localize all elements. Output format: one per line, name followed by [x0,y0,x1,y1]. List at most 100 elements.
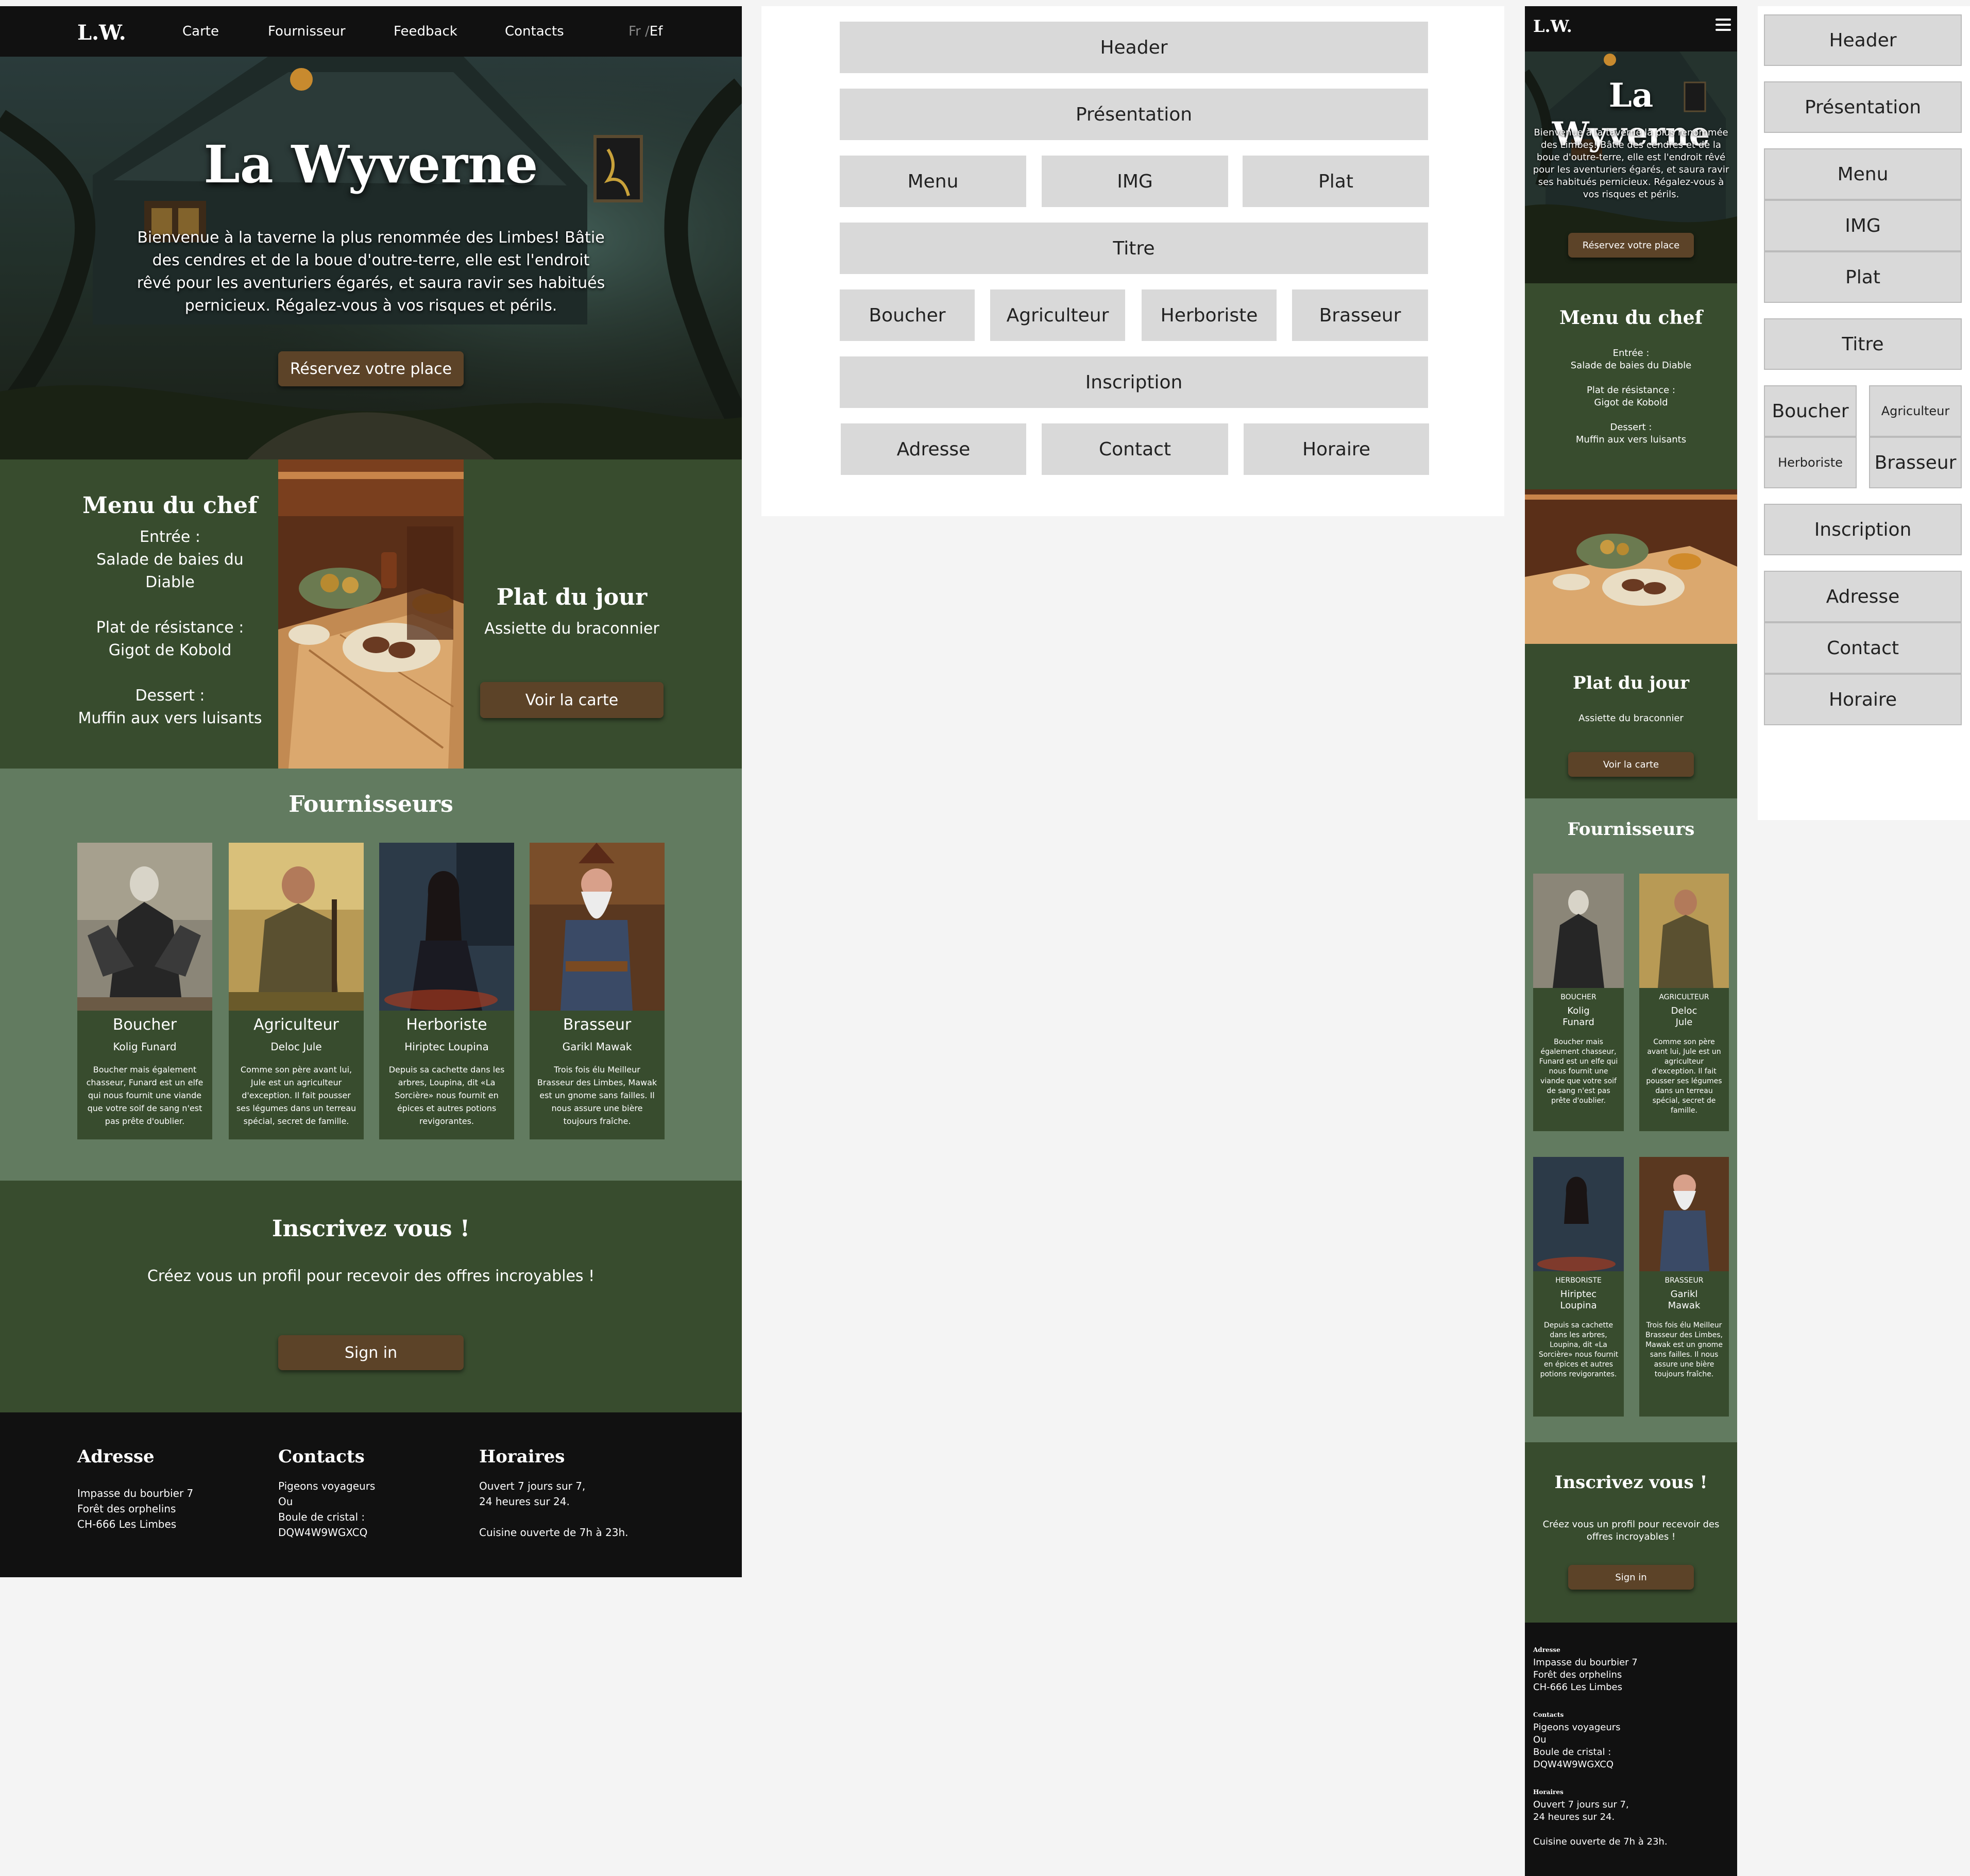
mwire-agriculteur: Agriculteur [1869,385,1962,437]
lang-ef[interactable]: Ef [650,24,663,39]
hero-title: La Wyverne [203,134,538,195]
nav-link-feedback[interactable]: Feedback [394,6,457,57]
signup-text: Créez vous un profil pour recevoir des o… [147,1267,595,1285]
agriculteur-portrait-image [229,843,364,1011]
mobile-agriculteur-portrait-image [1639,874,1729,988]
mobile-supplier-description: Depuis sa cachette dans les arbres, Loup… [1538,1321,1619,1378]
mobile-suppliers-title: Fournisseurs [1567,819,1695,840]
mobile-logo[interactable]: L.W. [1533,16,1572,36]
mwire-adresse: Adresse [1764,571,1962,622]
plat-du-jour-value: Assiette du braconnier [484,620,659,638]
mwire-plat: Plat [1764,251,1962,303]
mobile-footer-line: Forêt des orphelins [1533,1669,1622,1680]
chef-menu-title: Menu du chef [82,492,258,519]
mobile-entree-label: Entrée : [1612,348,1650,359]
entree-value: Salade de baies du Diable [96,551,244,591]
supplier-card-agriculteur[interactable]: Agriculteur Deloc Jule Comme son père av… [229,843,364,1139]
footer-contacts: Contacts Pigeons voyageurs Ou Boule de c… [278,1446,443,1540]
reserve-button[interactable]: Réservez votre place [278,351,464,386]
wire-header: Header [840,22,1428,73]
mwire-presentation: Présentation [1764,81,1962,133]
mobile-sign-in-button[interactable]: Sign in [1568,1565,1694,1590]
supplier-name: Deloc Jule [270,1041,322,1053]
food-table-image [278,459,464,769]
mobile-wireframe: Header Présentation Menu IMG Plat Titre … [1758,6,1970,820]
mobile-plat-du-jour-title: Plat du jour [1573,673,1689,693]
mobile-footer-contacts: Contacts Pigeons voyageurs Ou Boule de c… [1533,1711,1729,1771]
mobile-reserve-button[interactable]: Réservez votre place [1568,233,1694,258]
mobile-chef-menu-title: Menu du chef [1559,307,1703,329]
footer-contacts-title: Contacts [278,1446,365,1467]
mobile-suppliers-section: Fournisseurs BOUCHER Kolig Funard Bouche… [1525,798,1737,1442]
mobile-footer-line: Impasse du bourbier 7 [1533,1657,1638,1668]
entree-label: Entrée : [140,528,200,546]
supplier-card-boucher[interactable]: Boucher Kolig Funard Boucher mais égalem… [77,843,212,1139]
footer-address: Adresse Impasse du bourbier 7 Forêt des … [77,1446,242,1532]
mobile-supplier-role: HERBORISTE [1555,1276,1602,1285]
mobile-footer-hours: Horaires Ouvert 7 jours sur 7, 24 heures… [1533,1788,1729,1848]
supplier-card-brasseur[interactable]: Brasseur Garikl Mawak Trois fois élu Mei… [530,843,665,1139]
nav-link-carte[interactable]: Carte [182,6,219,57]
mobile-chef-menu: Menu du chef Entrée : Salade de baies du… [1525,283,1737,489]
mobile-mockup: L.W. La Wyverne Bienvenue à la taverne l… [1525,6,1737,1876]
nav-link-fournisseur[interactable]: Fournisseur [268,6,346,57]
mobile-footer-address: Adresse Impasse du bourbier 7 Forêt des … [1533,1646,1729,1694]
mobile-entree-value: Salade de baies du Diable [1570,360,1692,371]
desktop-wireframe: Header Présentation Menu IMG Plat Titre … [761,6,1504,516]
mobile-supplier-name: Garikl Mawak [1668,1289,1701,1311]
mobile-footer-line: Boule de cristal : [1533,1747,1611,1758]
wire-herboriste: Herboriste [1142,289,1277,341]
mwire-contact: Contact [1764,622,1962,674]
language-switch[interactable]: Fr / Ef [629,6,663,57]
wire-inscription: Inscription [840,356,1428,408]
mobile-boucher-portrait-image [1533,874,1624,988]
supplier-description: Trois fois élu Meilleur Brasseur des Lim… [537,1065,657,1126]
mobile-dessert-value: Muffin aux vers luisants [1575,434,1687,445]
mobile-supplier-card-agriculteur[interactable]: AGRICULTEUR Deloc Jule Comme son père av… [1639,874,1729,1131]
mobile-herboriste-portrait-image [1533,1157,1624,1271]
wire-titre: Titre [840,223,1428,274]
menu-section: Menu du chef Entrée : Salade de baies du… [0,459,742,769]
mobile-dessert-label: Dessert : [1610,422,1652,433]
mobile-footer-line: 24 heures sur 24. [1533,1812,1615,1822]
mobile-supplier-description: Boucher mais également chasseur, Funard … [1539,1038,1618,1105]
mobile-view-menu-button[interactable]: Voir la carte [1568,752,1694,777]
hamburger-menu-icon[interactable] [1716,19,1731,33]
sign-in-button[interactable]: Sign in [278,1335,464,1370]
header: L.W. Carte Fournisseur Feedback Contacts… [0,6,742,57]
mobile-hero-intro: Bienvenue à la taverne la plus renommée … [1533,127,1729,200]
dessert-label: Dessert : [135,687,205,705]
mobile-supplier-role: BOUCHER [1560,993,1597,1001]
supplier-card-herboriste[interactable]: Herboriste Hiriptec Loupina Depuis sa ca… [379,843,514,1139]
mobile-signup-section: Inscrivez vous ! Créez vous un profil po… [1525,1442,1737,1623]
supplier-role: Boucher [112,1016,177,1034]
mobile-footer-hours-title: Horaires [1533,1788,1564,1796]
view-menu-button[interactable]: Voir la carte [480,682,664,718]
mwire-titre: Titre [1764,318,1962,370]
mobile-supplier-name: Kolig Funard [1563,1005,1594,1028]
desktop-mockup: L.W. Carte Fournisseur Feedback Contacts… [0,6,742,1577]
mobile-plat-du-jour-value: Assiette du braconnier [1578,713,1684,724]
mobile-supplier-card-brasseur[interactable]: BRASSEUR Garikl Mawak Trois fois élu Mei… [1639,1157,1729,1417]
mobile-supplier-name: Hiriptec Loupina [1560,1289,1597,1311]
footer-contacts-line: Pigeons voyageurs [278,1480,376,1492]
mobile-supplier-card-herboriste[interactable]: HERBORISTE Hiriptec Loupina Depuis sa ca… [1533,1157,1624,1417]
dessert-value: Muffin aux vers luisants [78,709,262,727]
wire-img: IMG [1042,156,1228,207]
plat-du-jour-title: Plat du jour [496,584,648,610]
nav-link-contacts[interactable]: Contacts [505,6,564,57]
mobile-supplier-card-boucher[interactable]: BOUCHER Kolig Funard Boucher mais égalem… [1533,874,1624,1131]
lang-fr[interactable]: Fr / [629,24,650,39]
supplier-description: Comme son père avant lui, Jule est un ag… [236,1065,356,1126]
footer-address-line: CH-666 Les Limbes [77,1518,177,1530]
footer-contacts-line: Boule de cristal : [278,1511,365,1523]
mobile-footer: Adresse Impasse du bourbier 7 Forêt des … [1525,1623,1737,1876]
logo[interactable]: L.W. [77,21,126,45]
mobile-food-image-wrap [1525,489,1737,644]
wire-menu: Menu [840,156,1026,207]
mobile-footer-line: Cuisine ouverte de 7h à 23h. [1533,1836,1668,1847]
footer-hours-spacer [479,1509,665,1525]
plat-label: Plat de résistance : [96,619,244,637]
supplier-name: Garikl Mawak [562,1041,632,1053]
supplier-description: Boucher mais également chasseur, Funard … [86,1065,203,1126]
